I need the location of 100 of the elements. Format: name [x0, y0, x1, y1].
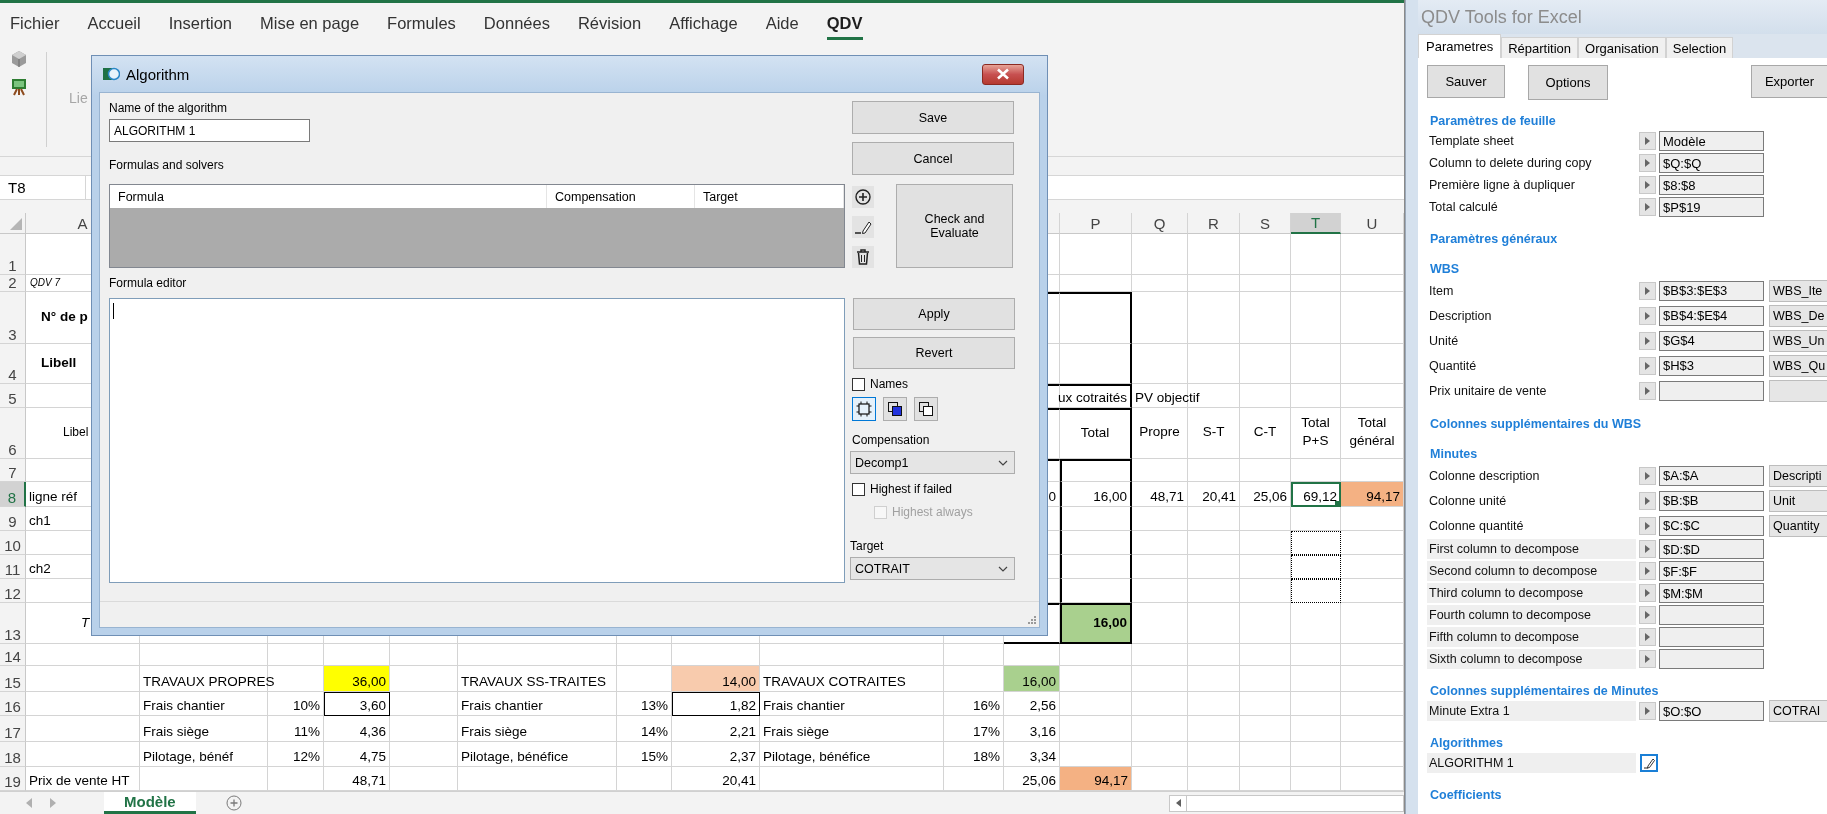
- sheet-cell[interactable]: 25,06: [1253, 489, 1287, 504]
- name-field[interactable]: Unit: [1769, 489, 1827, 512]
- column-header[interactable]: Q: [1153, 214, 1166, 232]
- picker-button[interactable]: [1639, 176, 1656, 194]
- ribbon-tab[interactable]: Données: [469, 3, 564, 44]
- triangle-icon[interactable]: [1645, 336, 1650, 345]
- picker-button[interactable]: [1639, 198, 1656, 216]
- column-header[interactable]: P: [1090, 214, 1101, 232]
- sheet-cell[interactable]: Frais siège: [763, 724, 830, 739]
- cancel-button[interactable]: Cancel: [852, 142, 1014, 175]
- checkbox[interactable]: [852, 482, 865, 496]
- close-button[interactable]: [982, 63, 1024, 85]
- sheet-cell[interactable]: 16,00: [1004, 666, 1060, 692]
- triangle-icon[interactable]: [1645, 633, 1650, 641]
- triangle-icon[interactable]: [1645, 311, 1650, 320]
- triangle-icon[interactable]: [1645, 655, 1650, 663]
- apply-button[interactable]: Apply: [853, 298, 1015, 330]
- sheet-cell[interactable]: 15%: [640, 749, 668, 764]
- value-field[interactable]: $P$19: [1659, 197, 1764, 217]
- ribbon-tab[interactable]: Fichier: [0, 3, 74, 44]
- sheet-cell[interactable]: Libell: [41, 355, 77, 370]
- row-header[interactable]: 8: [0, 482, 26, 507]
- toolbar-button[interactable]: Exporter: [1751, 65, 1827, 98]
- triangle-icon[interactable]: [1645, 589, 1650, 597]
- picker-button[interactable]: [1639, 650, 1656, 668]
- picker-button[interactable]: [1639, 466, 1656, 485]
- triangle-icon[interactable]: [1645, 611, 1650, 619]
- empty-cell[interactable]: [1060, 344, 1132, 384]
- sheet-cell[interactable]: 0: [1048, 489, 1056, 504]
- check-button[interactable]: Check and Evaluate: [896, 184, 1013, 268]
- sheet-cell[interactable]: Frais chantier: [143, 698, 225, 713]
- pane-tab[interactable]: Répartition: [1501, 37, 1579, 58]
- value-field[interactable]: [1659, 380, 1764, 401]
- column-header[interactable]: R: [1208, 214, 1219, 232]
- value-field[interactable]: $H$3: [1659, 355, 1764, 376]
- value-field[interactable]: $B:$B: [1659, 490, 1764, 511]
- picker-button[interactable]: [1639, 356, 1656, 375]
- add-icon[interactable]: [225, 795, 242, 811]
- value-field[interactable]: $Q:$Q: [1659, 153, 1764, 173]
- sheet-cell[interactable]: 1,82: [729, 698, 756, 713]
- sheet-cell[interactable]: 48,71: [1150, 489, 1184, 504]
- row-header[interactable]: 4: [0, 344, 26, 384]
- triangle-icon[interactable]: [1645, 203, 1650, 211]
- triangle-icon[interactable]: [1645, 137, 1650, 145]
- triangle-icon[interactable]: [1645, 521, 1650, 530]
- sheet-cell[interactable]: Propre: [1139, 423, 1180, 441]
- value-field[interactable]: $G$4: [1659, 330, 1764, 351]
- triangle-icon[interactable]: [1645, 361, 1650, 370]
- formula-editor[interactable]: [109, 298, 845, 583]
- ribbon-tab[interactable]: Aide: [751, 3, 813, 44]
- dropdown[interactable]: Decomp1: [850, 451, 1015, 474]
- sheet-cell[interactable]: 14,00: [672, 666, 760, 692]
- sheet-cell[interactable]: Pilotage, bénéfice: [461, 749, 569, 764]
- row-header[interactable]: 16: [0, 692, 26, 716]
- picker-button[interactable]: [1639, 516, 1656, 535]
- toolbar-button[interactable]: Options: [1528, 65, 1608, 100]
- name-field[interactable]: WBS_Qu: [1769, 354, 1827, 377]
- row-header[interactable]: 13: [0, 603, 26, 644]
- row-header[interactable]: 11: [0, 555, 26, 579]
- value-field[interactable]: $D:$D: [1659, 539, 1764, 559]
- horizontal-scrollbar[interactable]: [1169, 794, 1404, 812]
- row-header[interactable]: 5: [0, 384, 26, 408]
- value-field[interactable]: $O:$O: [1659, 701, 1764, 721]
- checkbox[interactable]: [852, 377, 865, 391]
- picker-button[interactable]: [1639, 584, 1656, 602]
- sheet-cell[interactable]: Total général: [1344, 414, 1400, 450]
- easel-icon[interactable]: [10, 78, 28, 96]
- name-field[interactable]: WBS_Un: [1769, 329, 1827, 352]
- dropdown[interactable]: COTRAIT: [850, 557, 1015, 580]
- sheet-cell[interactable]: 36,00: [324, 666, 390, 692]
- value-field[interactable]: [1659, 605, 1764, 625]
- sheet-cell[interactable]: TRAVAUX SS-TRAITES: [461, 674, 607, 689]
- name-field[interactable]: Quantity: [1769, 514, 1827, 537]
- select-all-icon[interactable]: [10, 218, 22, 230]
- empty-cell[interactable]: [1060, 555, 1132, 579]
- empty-cell[interactable]: [1060, 507, 1132, 531]
- triangle-icon[interactable]: [1645, 181, 1650, 189]
- pane-tab[interactable]: Parametres: [1418, 34, 1502, 58]
- sheet-cell[interactable]: 2,56: [1029, 698, 1056, 713]
- sheet-cell[interactable]: ch1: [29, 513, 51, 528]
- picker-button[interactable]: [1639, 381, 1656, 400]
- ribbon-tab[interactable]: Révision: [563, 3, 656, 44]
- column-header[interactable]: A: [77, 214, 88, 232]
- sheet-cell[interactable]: 25,06: [1022, 773, 1056, 788]
- chevron-icon[interactable]: [998, 459, 1008, 466]
- sheet-cell[interactable]: Pilotage, bénéfice: [763, 749, 871, 764]
- sheet-cell[interactable]: 4,75: [359, 749, 386, 764]
- sheet-cell[interactable]: 16,00: [1060, 603, 1132, 644]
- value-field[interactable]: [1659, 649, 1764, 669]
- ribbon-tab[interactable]: Affichage: [655, 3, 752, 44]
- column-header[interactable]: T: [1310, 214, 1321, 231]
- empty-cell[interactable]: [1060, 459, 1132, 482]
- name-field[interactable]: WBS_Ite: [1769, 279, 1827, 302]
- sheet-cell[interactable]: 13%: [640, 698, 668, 713]
- sheet-cell[interactable]: ux cotraités: [1057, 390, 1127, 405]
- triangle-icon[interactable]: [1645, 386, 1650, 395]
- toolbar-button[interactable]: Sauver: [1427, 65, 1505, 98]
- ribbon-tab[interactable]: Insertion: [154, 3, 246, 44]
- sheet-cell[interactable]: 11%: [293, 724, 320, 739]
- sheet-cell[interactable]: 12%: [292, 749, 320, 764]
